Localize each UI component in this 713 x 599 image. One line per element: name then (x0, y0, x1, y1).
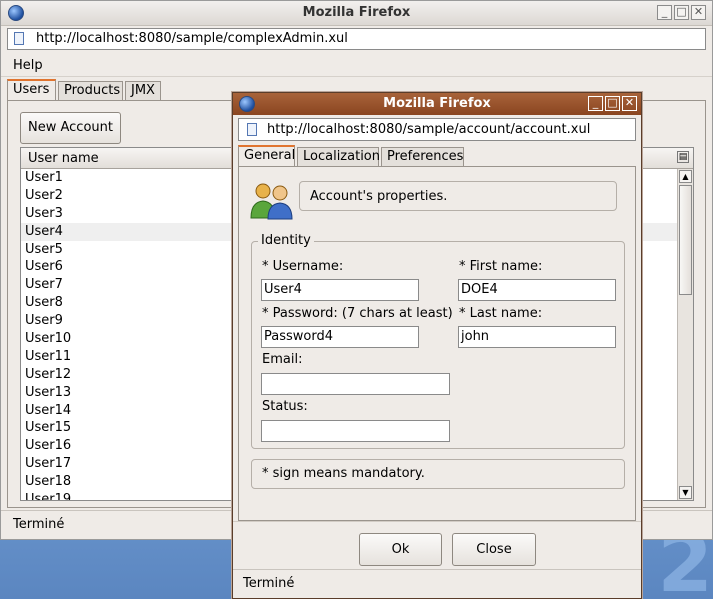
tab-jmx[interactable]: JMX (125, 81, 161, 100)
tab-general[interactable]: General (238, 145, 295, 167)
description-box: Account's properties. (299, 181, 617, 211)
last-name-label: * Last name: (459, 306, 543, 321)
menu-help[interactable]: Help (13, 58, 43, 73)
main-window-title: Mozilla Firefox (302, 5, 411, 20)
dialog-close-window-button[interactable]: ✕ (622, 96, 637, 111)
dialog-titlebar[interactable]: Mozilla Firefox _ □ ✕ (233, 93, 641, 115)
close-button[interactable]: Close (452, 533, 536, 566)
username-label: * Username: (262, 259, 344, 274)
scroll-up-icon[interactable]: ▲ (679, 170, 692, 183)
mandatory-note-text: * sign means mandatory. (262, 466, 425, 481)
dialog-maximize-button[interactable]: □ (605, 96, 620, 111)
first-name-label: * First name: (459, 259, 543, 274)
email-label: Email: (262, 352, 303, 367)
maximize-button[interactable]: □ (674, 5, 689, 20)
status-field[interactable] (261, 420, 450, 442)
dialog-url-text: http://localhost:8080/sample/account/acc… (267, 122, 591, 137)
menu-bar: Help (1, 54, 712, 77)
main-status-text: Terminé (13, 517, 65, 532)
dialog-separator (233, 521, 641, 522)
page-icon (14, 32, 24, 45)
status-label: Status: (262, 399, 308, 414)
dialog-title: Mozilla Firefox (383, 96, 491, 111)
password-field[interactable]: Password4 (261, 326, 419, 348)
last-name-field[interactable]: john (458, 326, 616, 348)
main-url-text: http://localhost:8080/sample/complexAdmi… (36, 31, 348, 46)
column-header-user-name[interactable]: User name (28, 151, 99, 166)
users-avatar-icon (250, 183, 293, 220)
first-name-field[interactable]: DOE4 (458, 279, 616, 301)
main-url-bar[interactable]: http://localhost:8080/sample/complexAdmi… (7, 28, 706, 50)
page-icon (247, 123, 257, 136)
tab-products[interactable]: Products (58, 81, 123, 100)
description-text: Account's properties. (310, 189, 448, 204)
ok-button[interactable]: Ok (359, 533, 442, 566)
mandatory-note-box: * sign means mandatory. (251, 459, 625, 489)
column-picker-icon[interactable]: ▤ (677, 151, 689, 163)
password-label: * Password: (7 chars at least) (262, 306, 453, 321)
tab-users[interactable]: Users (7, 79, 56, 101)
identity-legend: Identity (258, 233, 314, 248)
scroll-down-icon[interactable]: ▼ (679, 486, 692, 499)
close-window-button[interactable]: ✕ (691, 5, 706, 20)
dialog-status-bar: Terminé (233, 569, 641, 598)
tab-preferences[interactable]: Preferences (381, 147, 464, 166)
main-titlebar[interactable]: Mozilla Firefox _ □ ✕ (1, 1, 712, 26)
scrollbar-thumb[interactable] (679, 185, 692, 295)
dialog-url-bar[interactable]: http://localhost:8080/sample/account/acc… (238, 118, 636, 141)
tree-scrollbar[interactable]: ▲ ▼ (677, 169, 693, 500)
account-dialog: Mozilla Firefox _ □ ✕ http://localhost:8… (232, 92, 642, 599)
tab-localization[interactable]: Localization (297, 147, 380, 166)
minimize-button[interactable]: _ (657, 5, 672, 20)
username-field[interactable]: User4 (261, 279, 419, 301)
dialog-status-text: Terminé (243, 576, 295, 591)
dialog-minimize-button[interactable]: _ (588, 96, 603, 111)
new-account-button[interactable]: New Account (20, 112, 121, 144)
email-field[interactable] (261, 373, 450, 395)
